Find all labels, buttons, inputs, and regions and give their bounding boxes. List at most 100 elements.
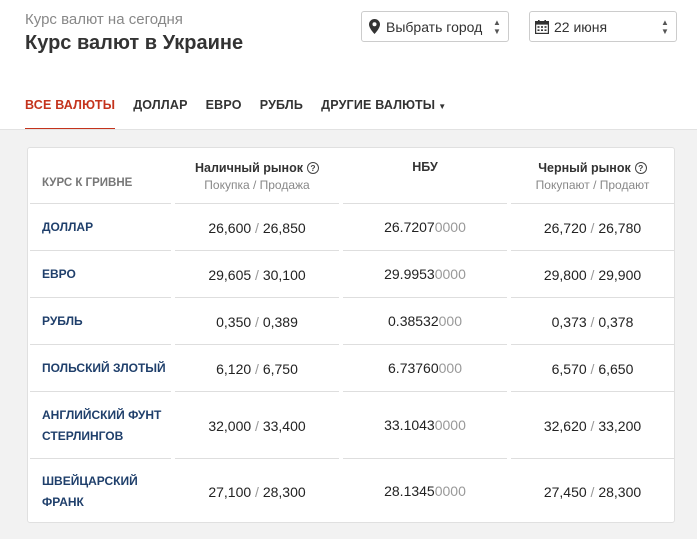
- cash-sell: 33,400: [262, 417, 306, 434]
- tab-dollar[interactable]: ДОЛЛАР: [133, 88, 187, 130]
- nbu-rate-main: 0.38532: [388, 312, 439, 329]
- tab-all-currencies[interactable]: ВСЕ ВАЛЮТЫ: [25, 88, 116, 130]
- caret-down-icon: ▼: [438, 102, 447, 111]
- rate-separator: /: [590, 360, 595, 377]
- col-header-currency: КУРС К ГРИВНЕ: [42, 177, 133, 189]
- row-divider: [343, 250, 507, 251]
- cash-buy: 29,605: [208, 266, 252, 283]
- nbu-rate: 28.13450000: [341, 483, 509, 501]
- cash-rate: 6,120 / 6,750: [173, 361, 341, 377]
- row-divider: [511, 344, 674, 345]
- row-divider: [30, 344, 171, 345]
- nbu-rate-main: 33.1043: [384, 416, 435, 433]
- black-sell: 29,900: [598, 266, 642, 283]
- nbu-rate: 0.38532000: [341, 313, 509, 331]
- table-row: ПОЛЬСКИЙ ЗЛОТЫЙ 6,120 / 6,750 6.73760000 6,…: [28, 345, 676, 392]
- page-title: Курс валют в Украине: [25, 32, 244, 54]
- table-row: ШВЕЙЦАРСКИЙ ФРАНК 27,100 / 28,300 28.13450…: [28, 459, 676, 525]
- cash-market-title: Наличный рынок: [195, 160, 303, 175]
- currency-link[interactable]: АНГЛИЙСКИЙ ФУНТ СТЕРЛИНГОВ: [42, 405, 167, 447]
- cash-buy: 6,120: [216, 360, 252, 377]
- row-divider: [343, 458, 507, 459]
- nbu-rate-tail: 0000: [434, 218, 466, 235]
- black-rate: 6,570 / 6,650: [509, 361, 676, 377]
- row-divider: [511, 391, 674, 392]
- city-select-value: Выбрать город: [386, 18, 483, 35]
- col-header-black: Черный рынок? Покупают / Продают: [509, 161, 676, 192]
- cash-rate: 27,100 / 28,300: [173, 484, 341, 500]
- row-divider: [511, 250, 674, 251]
- black-sell: 0,378: [598, 313, 634, 330]
- row-divider: [175, 297, 339, 298]
- row-divider: [30, 391, 171, 392]
- row-divider: [511, 458, 674, 459]
- cash-buy: 27,100: [208, 484, 252, 500]
- black-rate: 27,450 / 28,300: [509, 484, 676, 500]
- nbu-rate-main: 26.7207: [384, 218, 435, 235]
- rate-separator: /: [255, 313, 259, 330]
- cash-market-subtitle: Покупка / Продажа: [204, 177, 310, 192]
- cash-sell: 26,850: [262, 219, 306, 236]
- rate-separator: /: [590, 313, 595, 330]
- currency-link[interactable]: РУБЛЬ: [42, 311, 167, 332]
- question-circle-icon[interactable]: ?: [307, 161, 319, 174]
- col-header-cash: Наличный рынок? Покупка / Продажа: [173, 161, 341, 192]
- currency-tabs: ВСЕ ВАЛЮТЫ ДОЛЛАР ЕВРО РУБЛЬ ДРУГИЕ ВАЛЮ…: [25, 88, 464, 130]
- nbu-rate: 33.10430000: [341, 417, 509, 435]
- tab-ruble[interactable]: РУБЛЬ: [260, 88, 303, 130]
- table-row: РУБЛЬ 0,350 / 0,389 0.38532000 0,373 / 0,37…: [28, 298, 676, 345]
- row-divider: [343, 203, 507, 204]
- currency-link[interactable]: ДОЛЛАР: [42, 217, 167, 238]
- row-divider: [175, 344, 339, 345]
- row-divider: [343, 391, 507, 392]
- nbu-rate: 26.72070000: [341, 219, 509, 237]
- black-buy: 29,800: [543, 266, 587, 283]
- row-divider: [175, 203, 339, 204]
- question-circle-icon[interactable]: ?: [634, 161, 647, 174]
- nbu-rate-tail: 000: [438, 359, 462, 376]
- cash-rate: 0,350 / 0,389: [173, 314, 341, 330]
- cash-rate: 26,600 / 26,850: [173, 220, 341, 236]
- cash-sell: 28,300: [262, 484, 306, 500]
- currency-link[interactable]: ПОЛЬСКИЙ ЗЛОТЫЙ: [42, 358, 167, 379]
- nbu-rate-tail: 0000: [434, 265, 466, 282]
- tab-other-currencies[interactable]: ДРУГИЕ ВАЛЮТЫ ▼: [321, 88, 446, 130]
- black-buy: 0,373: [551, 313, 587, 330]
- row-divider: [30, 458, 171, 459]
- black-rate: 0,373 / 0,378: [509, 314, 676, 330]
- rate-separator: /: [590, 219, 595, 236]
- black-sell: 6,650: [598, 360, 634, 377]
- black-buy: 6,570: [551, 360, 587, 377]
- row-divider: [343, 297, 507, 298]
- cash-sell: 30,100: [262, 266, 306, 283]
- black-buy: 27,450: [543, 484, 587, 500]
- table-row: ЕВРО 29,605 / 30,100 29.99530000 29,800 / 2…: [28, 251, 676, 298]
- rates-table: КУРС К ГРИВНЕ Наличный рынок? Покупка / …: [27, 147, 675, 523]
- nbu-rate-main: 6.73760: [388, 359, 439, 376]
- city-select[interactable]: Выбрать город ▲ ▼: [361, 11, 509, 42]
- calendar-icon: [530, 19, 554, 34]
- date-select[interactable]: 22 июня ▲ ▼: [529, 11, 677, 42]
- tab-euro[interactable]: ЕВРО: [206, 88, 242, 130]
- select-arrows-icon: ▲ ▼: [661, 17, 669, 36]
- rate-separator: /: [590, 266, 595, 283]
- rate-separator: /: [255, 360, 259, 377]
- cash-rate: 29,605 / 30,100: [173, 267, 341, 283]
- rate-separator: /: [255, 417, 259, 434]
- black-buy: 26,720: [543, 219, 587, 236]
- cash-rate: 32,000 / 33,400: [173, 418, 341, 434]
- map-pin-icon: [362, 19, 386, 34]
- currency-link[interactable]: ШВЕЙЦАРСКИЙ ФРАНК: [42, 471, 167, 513]
- cash-buy: 0,350: [216, 313, 252, 330]
- rate-separator: /: [590, 484, 595, 500]
- row-divider: [175, 458, 339, 459]
- black-rate: 32,620 / 33,200: [509, 418, 676, 434]
- cash-buy: 26,600: [208, 219, 252, 236]
- nbu-rate-main: 29.9953: [384, 265, 435, 282]
- black-sell: 26,780: [598, 219, 642, 236]
- currency-link[interactable]: ЕВРО: [42, 264, 167, 285]
- header-divider: [0, 129, 697, 130]
- row-divider: [511, 297, 674, 298]
- row-divider: [30, 250, 171, 251]
- black-market-subtitle: Покупают / Продают: [535, 177, 650, 192]
